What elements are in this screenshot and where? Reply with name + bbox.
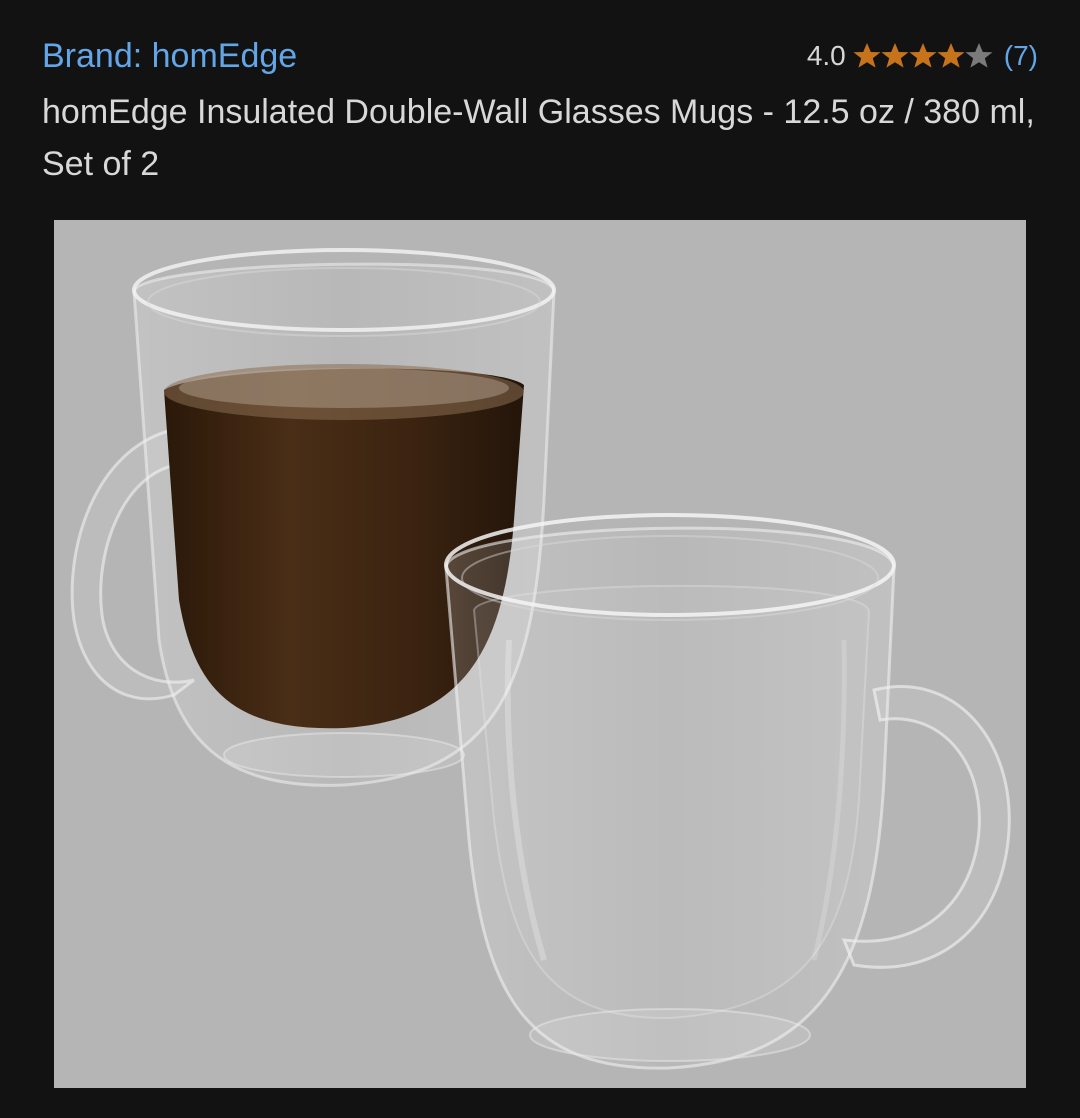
star-filled-icon [937, 43, 965, 68]
product-card[interactable]: Brand: homEdge 4.0 (7) homEdge Insulated… [0, 0, 1080, 1118]
rating-count-link[interactable]: (7) [1004, 40, 1038, 72]
star-empty-icon [965, 43, 993, 68]
glass-mugs-illustration [70, 248, 1011, 1070]
product-image[interactable] [54, 220, 1026, 1088]
star-filled-icon [909, 43, 937, 68]
product-header: Brand: homEdge 4.0 (7) [42, 30, 1042, 80]
product-title[interactable]: homEdge Insulated Double-Wall Glasses Mu… [42, 86, 1042, 190]
star-rating [852, 41, 993, 71]
rating-value: 4.0 [806, 40, 846, 71]
rating-summary[interactable]: 4.0 (7) [807, 34, 1038, 78]
brand-link[interactable]: Brand: homEdge [42, 34, 297, 78]
star-filled-icon [853, 43, 881, 68]
empty-mug [444, 513, 1011, 1070]
star-filled-icon [881, 43, 909, 68]
